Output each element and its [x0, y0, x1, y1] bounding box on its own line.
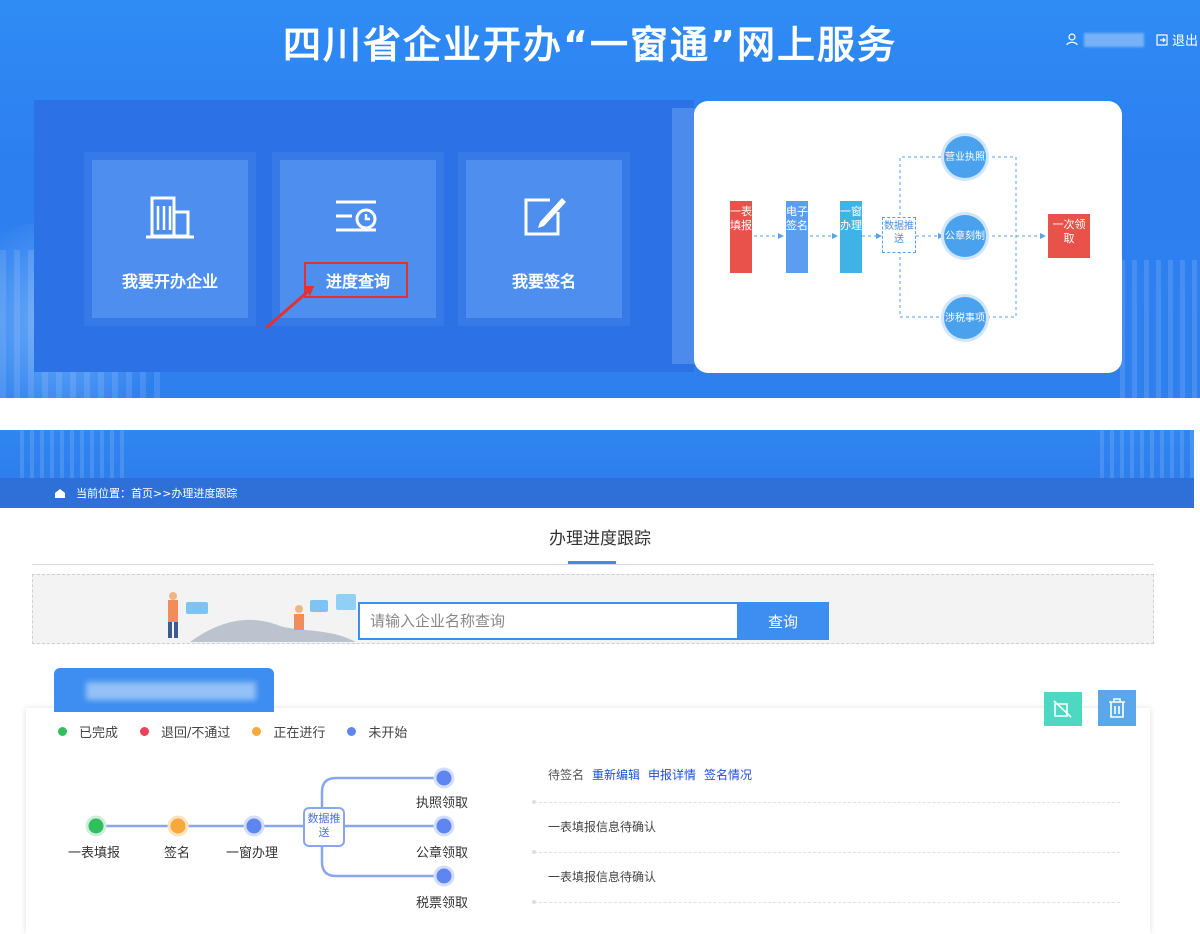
legend-label: 正在进行	[273, 726, 326, 741]
flow-branch-tax: 涉税事项	[944, 297, 986, 339]
divider	[534, 852, 1120, 853]
stage-node-tax	[433, 865, 455, 887]
legend-rejected: 退回/不通过	[140, 722, 230, 741]
delete-button[interactable]	[1098, 690, 1136, 726]
legend-dot	[347, 727, 357, 736]
legend-dot	[140, 727, 150, 736]
tile-sign[interactable]: 我要签名	[466, 160, 622, 318]
record-status-line: 待签名 重新编辑 申报详情 签名情况	[548, 766, 752, 783]
flow-diagram-card: 一表填报 电子签名 一窗办理 数据推送 营业执照 公章刻制 涉税事项 一次领取	[694, 101, 1122, 373]
title-divider	[32, 564, 1154, 565]
output-label-tax: 税票领取	[416, 896, 469, 911]
user-icon	[1066, 33, 1078, 46]
stage-node-license	[433, 767, 455, 789]
detail-row: 一表填报信息待确认	[548, 820, 657, 834]
legend-dot	[58, 727, 67, 736]
annotation-arrow-icon	[265, 286, 314, 330]
process-push-node: 数据推送	[307, 812, 341, 839]
detail-row: 一表填报信息待确认	[548, 870, 657, 884]
stage-node-window	[243, 815, 265, 837]
tile-label: 我要签名	[511, 272, 576, 291]
legend-label: 已完成	[79, 726, 119, 741]
stage-node-sign	[167, 815, 189, 837]
status-legend: 已完成 退回/不通过 正在进行 未开始	[58, 722, 429, 741]
declaration-detail-link[interactable]: 申报详情	[648, 766, 696, 783]
output-label-seal: 公章领取	[416, 846, 469, 861]
title-underline	[568, 561, 616, 564]
user-area: 退出	[1066, 30, 1198, 49]
stage-node-seal	[433, 815, 455, 837]
divider	[534, 902, 1120, 903]
process-track	[85, 767, 455, 887]
flow-final: 一次领取	[1048, 214, 1090, 258]
stage-label-window: 一窗办理	[226, 846, 279, 861]
unbind-icon	[1053, 700, 1072, 718]
logout-link[interactable]: 退出	[1172, 30, 1198, 49]
output-label-license: 执照领取	[416, 796, 469, 811]
legend-completed: 已完成	[58, 722, 118, 741]
flow-step-sign: 电子签名	[786, 201, 808, 273]
legend-not-started: 未开始	[347, 722, 407, 741]
breadcrumb-text: 当前位置：首页>>办理进度跟踪	[76, 487, 238, 500]
re-edit-link[interactable]: 重新编辑	[592, 766, 640, 783]
search-input[interactable]	[358, 602, 738, 640]
company-name-blurred	[86, 682, 256, 700]
tile-label: 我要开办企业	[121, 272, 218, 291]
company-name-tab[interactable]	[54, 668, 274, 712]
record-status: 待签名	[548, 768, 585, 782]
site-title: 四川省企业开办“一窗通”网上服务	[283, 23, 897, 67]
logout-icon[interactable]	[1156, 33, 1168, 46]
flow-branch-license: 营业执照	[944, 136, 986, 178]
divider	[534, 802, 1120, 803]
home-icon	[55, 488, 65, 498]
stage-node-fill	[85, 815, 107, 837]
breadcrumb: 当前位置：首页>>办理进度跟踪	[0, 478, 1194, 508]
flow-branch-seal: 公章刻制	[944, 215, 986, 257]
flow-step-push: 数据推送	[882, 217, 916, 253]
legend-label: 退回/不通过	[161, 726, 231, 741]
legend-in-progress: 正在进行	[252, 722, 325, 741]
tile-open-company[interactable]: 我要开办企业	[92, 160, 248, 318]
legend-label: 未开始	[368, 726, 408, 741]
stage-label-fill: 一表填报	[68, 846, 121, 861]
stage-label-sign: 签名	[164, 846, 191, 861]
trash-icon	[1109, 698, 1125, 718]
search-illustration	[168, 592, 356, 642]
unbind-button[interactable]	[1044, 692, 1082, 726]
username-blurred	[1084, 32, 1144, 47]
flow-step-window: 一窗办理	[840, 201, 862, 273]
sign-status-link[interactable]: 签名情况	[704, 766, 752, 783]
search-button[interactable]: 查询	[737, 602, 829, 640]
page-title: 办理进度跟踪	[549, 529, 651, 549]
service-tiles-panel: 我要开办企业 进度查询 我要签名	[34, 100, 694, 372]
flow-step-fill: 一表填报	[730, 201, 752, 273]
legend-dot	[252, 727, 262, 736]
banner-city-decoration-right	[1120, 260, 1200, 398]
